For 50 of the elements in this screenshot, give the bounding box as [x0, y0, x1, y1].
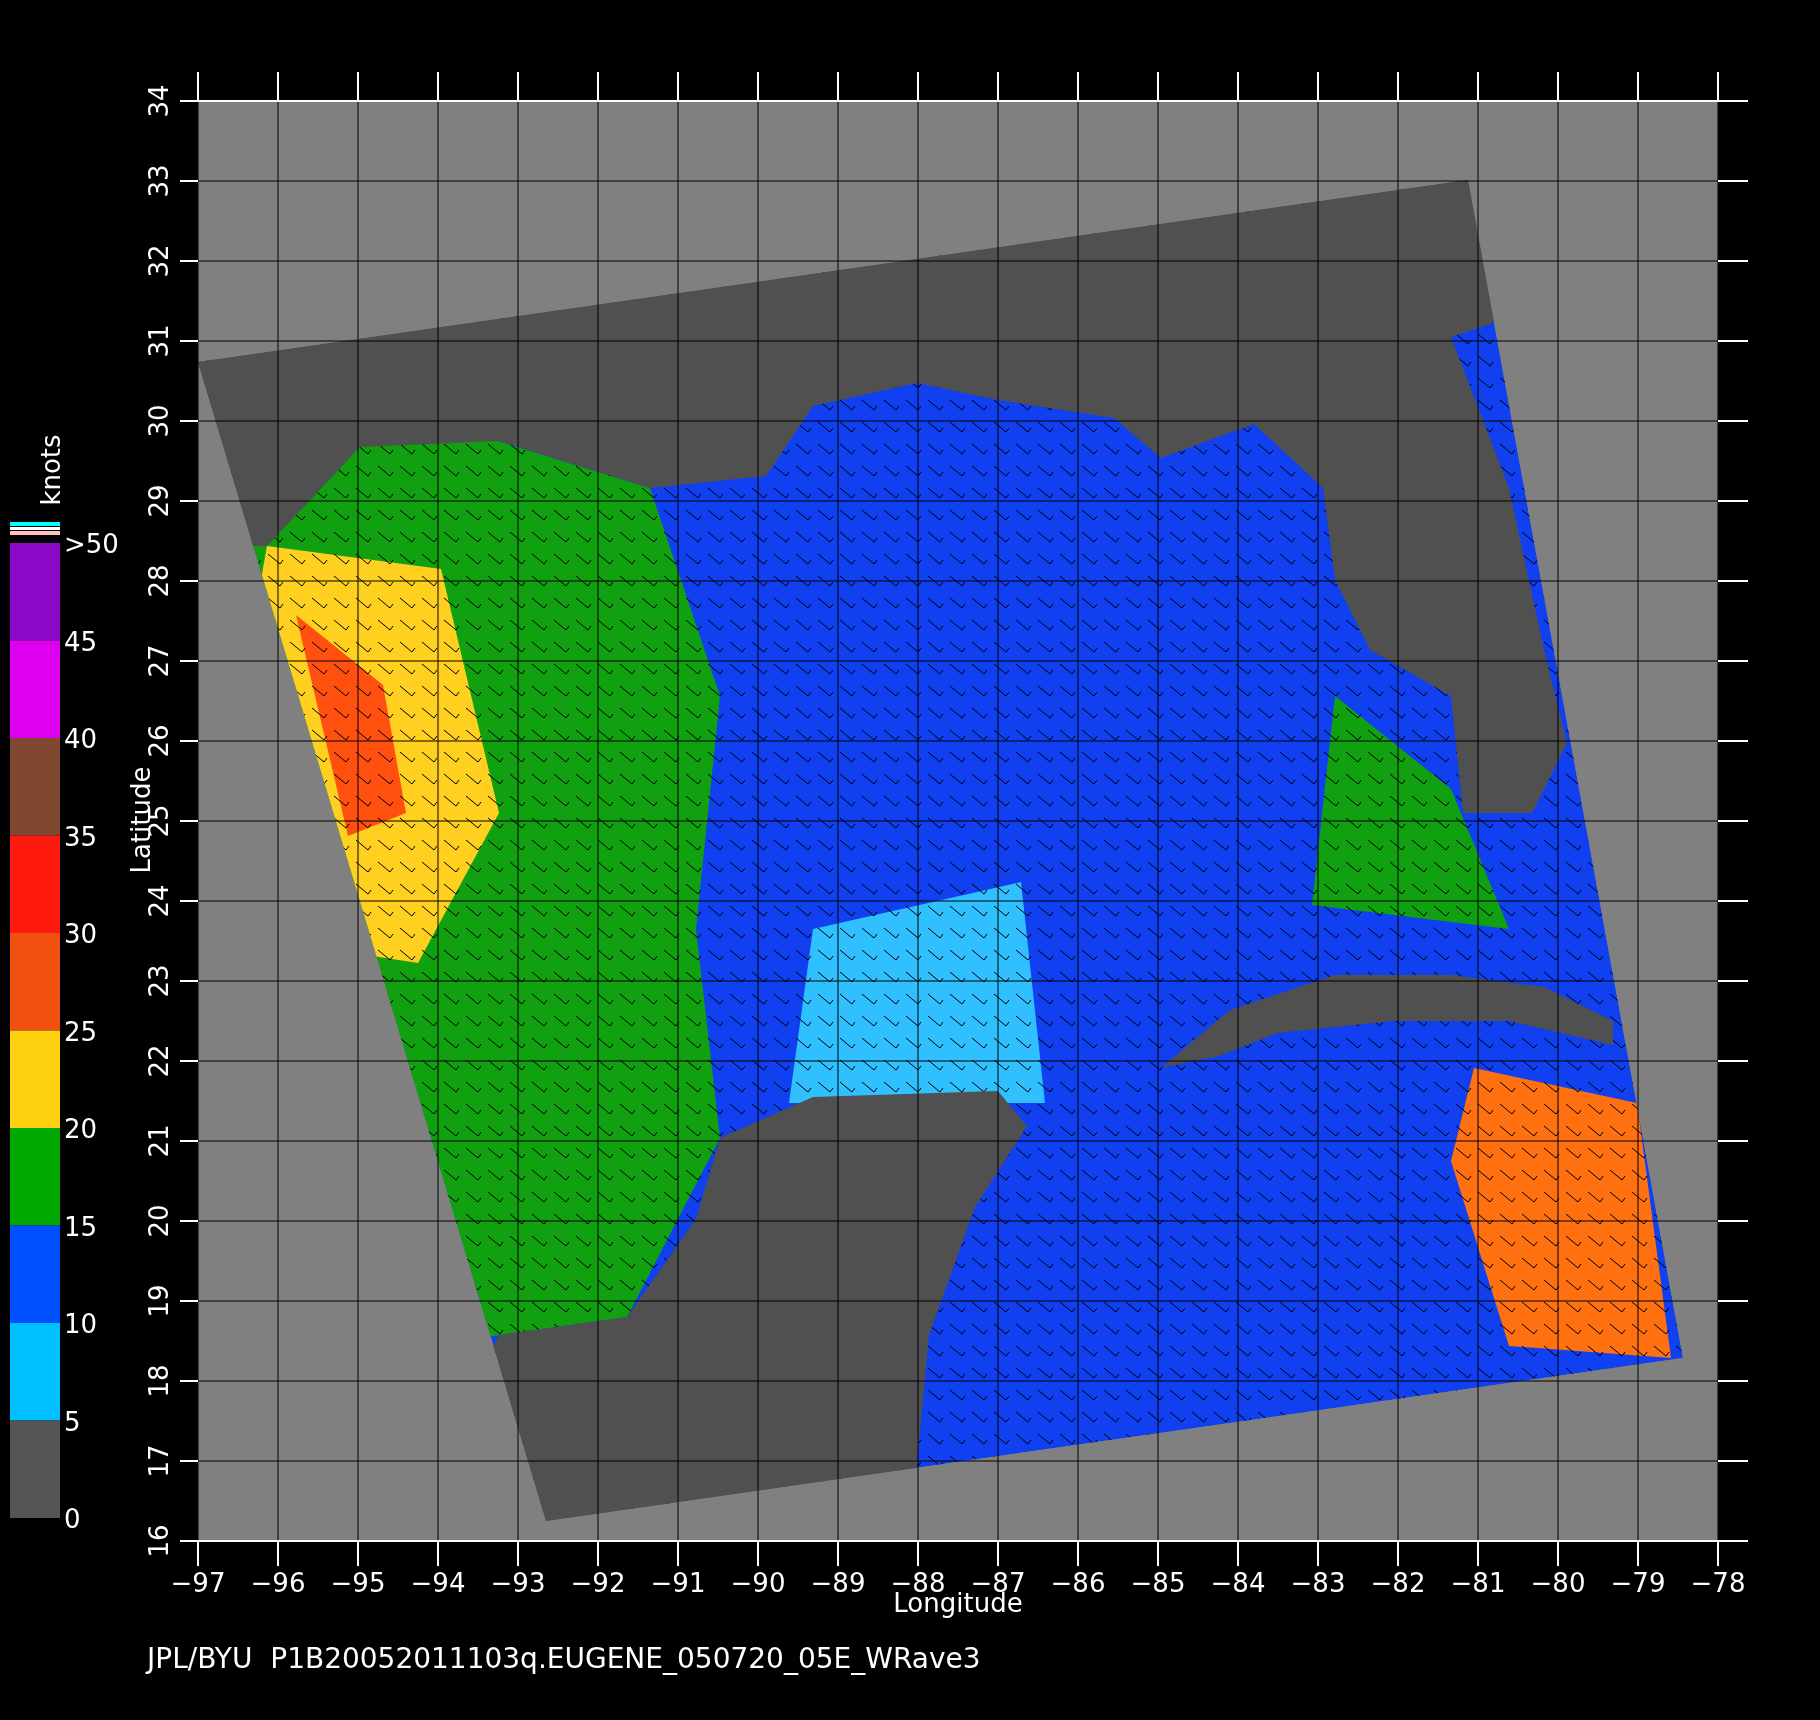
x-tick-label: −78	[1690, 1568, 1746, 1598]
x-tick-label: −79	[1610, 1568, 1666, 1598]
x-tick-label: −96	[250, 1568, 306, 1598]
colorbar-label: 5	[64, 1406, 81, 1437]
x-tick-label: −86	[1050, 1568, 1106, 1598]
y-tick-label: 23	[144, 964, 174, 998]
x-tick-label: −91	[650, 1568, 706, 1598]
y-tick-label: 18	[144, 1364, 174, 1398]
y-tick-label: 21	[144, 1124, 174, 1158]
colorbar-label: 25	[64, 1016, 98, 1047]
x-tick-label: −93	[490, 1568, 546, 1598]
y-tick-label: 28	[144, 564, 174, 598]
colorbar-label: 20	[64, 1114, 98, 1144]
colorbar-unit: knots	[36, 434, 66, 506]
x-tick-label: −90	[730, 1568, 786, 1598]
y-tick-label: 33	[144, 164, 174, 198]
y-tick-label: 24	[144, 884, 174, 918]
color-stripes	[10, 522, 60, 535]
y-tick-label: 17	[144, 1444, 174, 1478]
y-tick-label: 30	[144, 404, 174, 438]
y-tick-label: 16	[144, 1524, 174, 1558]
x-tick-label: −84	[1210, 1568, 1266, 1598]
y-tick-label: 29	[144, 484, 174, 518]
y-tick-label: 20	[144, 1204, 174, 1238]
x-tick-label: −81	[1450, 1568, 1506, 1598]
y-tick-label: 27	[144, 644, 174, 678]
colorbar-label: >50	[64, 529, 119, 559]
x-tick-label: −80	[1530, 1568, 1586, 1598]
x-tick-label: −89	[810, 1568, 866, 1598]
colorbar-label: 10	[64, 1309, 98, 1339]
colorbar-label: 40	[64, 724, 98, 754]
x-tick-label: −92	[570, 1568, 626, 1598]
x-tick-label: −97	[170, 1568, 226, 1598]
y-tick-label: 22	[144, 1044, 174, 1078]
colorbar-label: 35	[64, 821, 98, 852]
colorbar-label: 45	[64, 626, 98, 657]
x-tick-label: −83	[1290, 1568, 1346, 1598]
y-tick-label: 19	[144, 1284, 174, 1318]
x-tick-label: −85	[1130, 1568, 1186, 1598]
x-tick-label: −82	[1370, 1568, 1426, 1598]
colorbar-label: 30	[64, 919, 98, 949]
x-tick-label: −95	[330, 1568, 386, 1598]
y-tick-label: 34	[144, 84, 174, 118]
image-caption: JPL/BYU P1B20052011103q.EUGENE_050720_05E_WRave3	[144, 1641, 981, 1675]
y-tick-label: 31	[144, 324, 174, 358]
y-tick-label: 32	[144, 244, 174, 278]
colorbar-label: 15	[64, 1211, 98, 1242]
y-tick-label: 26	[144, 724, 174, 758]
x-tick-label: −94	[410, 1568, 466, 1598]
colorbar-label: 0	[64, 1504, 81, 1534]
